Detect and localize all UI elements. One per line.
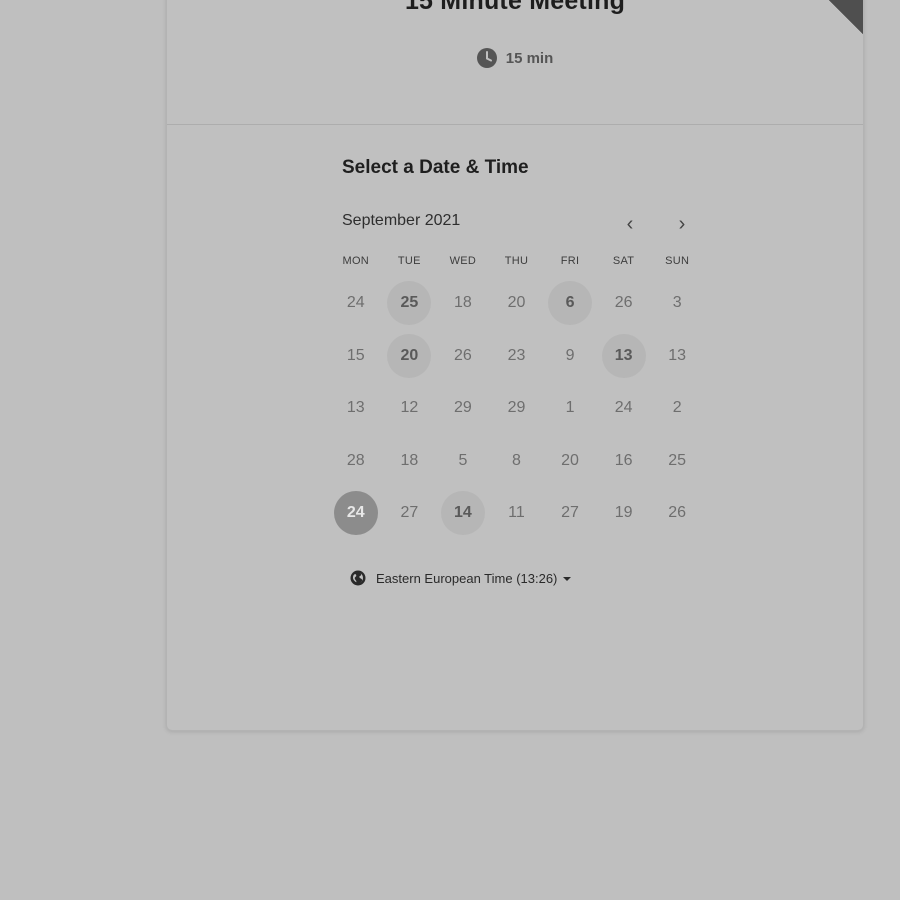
calendar-day-cell: 26 bbox=[597, 277, 651, 330]
calendar-day-disabled: 16 bbox=[614, 451, 633, 469]
calendar-day-cell: 13 bbox=[650, 330, 704, 383]
calendar-day-cell: 8 bbox=[490, 435, 544, 488]
calendar-grid: 24 25 18 20 6 26 3 15 20 26 23 9 13 13 13 12 29 29 1 24 2 28 1… bbox=[329, 277, 704, 540]
calendar-day-cell: 25 bbox=[650, 435, 704, 488]
weekday-fri: FRI bbox=[560, 255, 580, 267]
calendar-day-cell: 26 bbox=[650, 487, 704, 540]
weekday-thu: THU bbox=[504, 255, 529, 267]
calendar-day-disabled: 19 bbox=[614, 504, 633, 522]
calendar-day-disabled: 24 bbox=[614, 399, 633, 417]
calendar-day-disabled: 15 bbox=[346, 346, 365, 364]
prev-month-button[interactable]: ‹ bbox=[615, 209, 645, 239]
section-title: Select a Date & Time bbox=[342, 157, 529, 178]
event-duration: 15 min bbox=[167, 48, 863, 68]
calendar-day-disabled: 18 bbox=[400, 451, 419, 469]
calendar-day-cell: 24 bbox=[597, 382, 651, 435]
timezone-label: Eastern European Time (13:26) bbox=[376, 570, 558, 586]
clock-icon bbox=[476, 48, 497, 68]
calendar-day-available[interactable]: 20 bbox=[387, 333, 432, 378]
booking-card: 15 Minute Meeting 15 min Select a Date &… bbox=[166, 0, 864, 731]
calendar-day-cell: 13 bbox=[329, 382, 383, 435]
calendar-day-cell: 29 bbox=[436, 382, 490, 435]
calendar-day-disabled: 20 bbox=[507, 294, 526, 312]
caret-down-icon bbox=[563, 577, 572, 581]
calendar-day-disabled: 27 bbox=[561, 504, 579, 522]
scheduling-page: 15 Minute Meeting 15 min Select a Date &… bbox=[0, 0, 900, 900]
weekday-mon: MON bbox=[342, 255, 370, 267]
calendar-day-disabled: 26 bbox=[454, 346, 472, 364]
month-navigation: September 2021 ‹ › bbox=[342, 209, 692, 239]
month-label: September 2021 bbox=[342, 212, 461, 229]
calendar-day-disabled: 26 bbox=[614, 294, 633, 312]
calendar-day-cell: 5 bbox=[436, 435, 490, 488]
next-month-button[interactable]: › bbox=[667, 209, 697, 239]
calendar-day-disabled: 3 bbox=[672, 294, 682, 312]
calendar-day-cell: 20 bbox=[543, 435, 597, 488]
calendar-day-cell: 27 bbox=[383, 487, 437, 540]
calendar-day-cell: 25 bbox=[383, 277, 437, 330]
calendar-day-cell: 23 bbox=[490, 330, 544, 383]
calendar-day-disabled: 23 bbox=[507, 346, 526, 364]
calendar-day-cell: 18 bbox=[383, 435, 437, 488]
calendar-day-available[interactable]: 6 bbox=[548, 281, 593, 326]
weekday-header: MON TUE WED THU FRI SAT SUN bbox=[329, 255, 704, 267]
calendar-day-disabled: 28 bbox=[346, 451, 365, 469]
calendar-day-disabled: 9 bbox=[565, 346, 575, 364]
calendar-day-cell: 3 bbox=[650, 277, 704, 330]
calendar-day-disabled: 20 bbox=[561, 451, 579, 469]
calendar-day-disabled: 26 bbox=[668, 504, 687, 522]
calendar-day-cell: 15 bbox=[329, 330, 383, 383]
calendar-day-disabled: 29 bbox=[507, 399, 526, 417]
calendar-day-cell: 27 bbox=[543, 487, 597, 540]
calendar-day-cell: 16 bbox=[597, 435, 651, 488]
calendar-day-cell: 1 bbox=[543, 382, 597, 435]
calendar-day-cell: 18 bbox=[436, 277, 490, 330]
calendar-day-cell: 29 bbox=[490, 382, 544, 435]
calendar-day-cell: 20 bbox=[490, 277, 544, 330]
calendar-day-disabled: 12 bbox=[400, 399, 419, 417]
calendar-day-cell: 26 bbox=[436, 330, 490, 383]
calendar-day-disabled: 25 bbox=[668, 451, 687, 469]
chevron-left-icon: ‹ bbox=[626, 212, 634, 235]
globe-icon bbox=[350, 570, 366, 586]
calendar-day-disabled: 8 bbox=[512, 451, 521, 469]
calendar-day-cell: 19 bbox=[597, 487, 651, 540]
calendar-day-disabled: 1 bbox=[565, 399, 575, 417]
calendar-day-cell: 24 bbox=[329, 487, 383, 540]
duration-label: 15 min bbox=[505, 49, 554, 67]
chevron-right-icon: › bbox=[678, 212, 686, 235]
weekday-sat: SAT bbox=[612, 255, 635, 267]
calendar-day-cell: 20 bbox=[383, 330, 437, 383]
calendar-day-cell: 9 bbox=[543, 330, 597, 383]
calendar-day-disabled: 29 bbox=[454, 399, 472, 417]
event-header: 15 Minute Meeting 15 min bbox=[167, 0, 863, 125]
weekday-sun: SUN bbox=[665, 255, 690, 267]
calendar-day-disabled: 13 bbox=[346, 399, 365, 417]
calendar-day-disabled: 18 bbox=[454, 294, 472, 312]
calendar-day-cell: 14 bbox=[436, 487, 490, 540]
calendar-day-cell: 24 bbox=[329, 277, 383, 330]
calendar-day-disabled: 5 bbox=[458, 451, 468, 469]
calendar-day-disabled: 27 bbox=[400, 504, 419, 522]
calendar-day-disabled: 13 bbox=[668, 346, 687, 364]
calendar-day-disabled: 2 bbox=[672, 399, 682, 417]
calendar-day-available[interactable]: 13 bbox=[601, 333, 646, 378]
calendar-day-cell: 11 bbox=[490, 487, 544, 540]
calendar-day-available[interactable]: 25 bbox=[387, 281, 432, 326]
timezone-selector[interactable]: Eastern European Time (13:26) bbox=[350, 570, 572, 586]
calendar-day-cell: 12 bbox=[383, 382, 437, 435]
calendar-day-selected[interactable]: 24 bbox=[333, 491, 378, 536]
weekday-wed: WED bbox=[449, 255, 477, 267]
calendar-day-cell: 13 bbox=[597, 330, 651, 383]
event-title: 15 Minute Meeting bbox=[404, 0, 626, 15]
calendar-day-disabled: 11 bbox=[508, 504, 525, 522]
calendar-day-disabled: 24 bbox=[346, 294, 365, 312]
calendar-day-cell: 28 bbox=[329, 435, 383, 488]
calendar-day-cell: 6 bbox=[543, 277, 597, 330]
calendar-day-cell: 2 bbox=[650, 382, 704, 435]
weekday-tue: TUE bbox=[397, 255, 421, 267]
calendar-day-available[interactable]: 14 bbox=[440, 491, 485, 536]
